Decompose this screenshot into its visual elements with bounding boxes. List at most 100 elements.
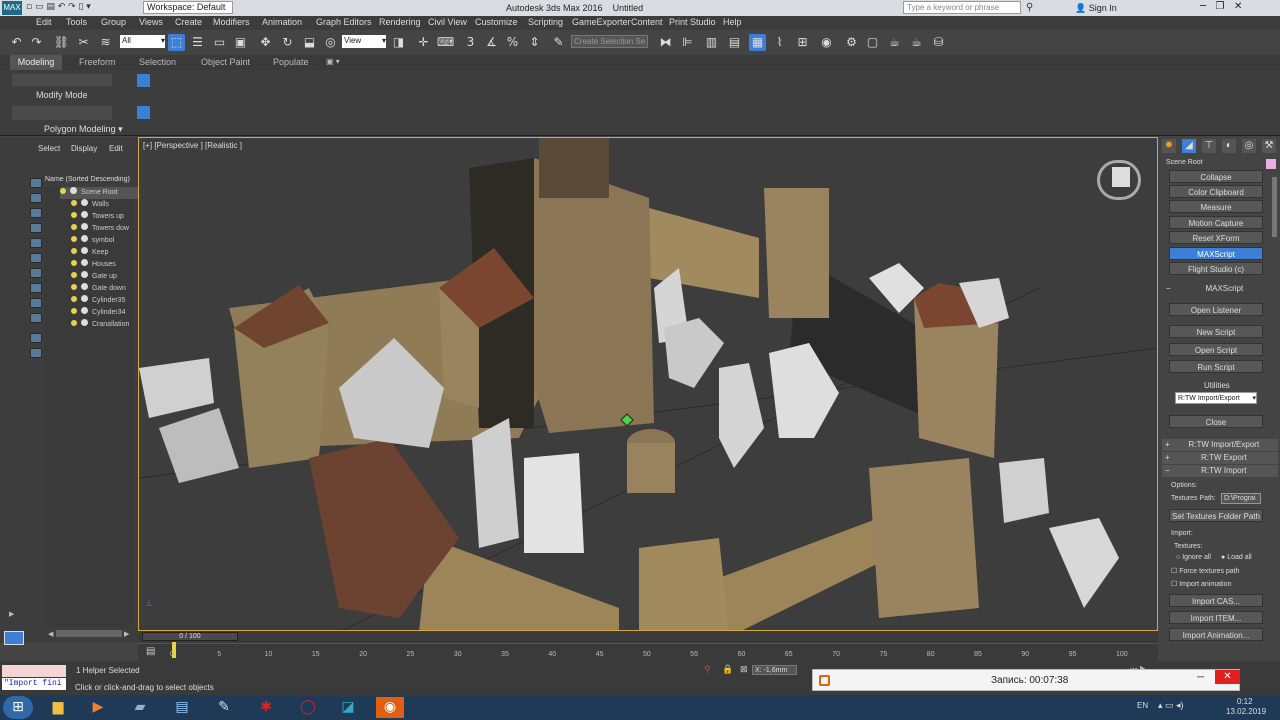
search-icon[interactable]: ⚲ (1026, 2, 1033, 13)
flight-studio-c-button[interactable]: Flight Studio (c) (1169, 262, 1263, 275)
ref-coord-dropdown[interactable]: View ▾ (342, 35, 386, 48)
menu-animation[interactable]: Animation (262, 17, 302, 27)
layer-manager-icon[interactable]: ▥ (703, 34, 720, 51)
toggle-ribbon-icon[interactable]: ▤ (726, 34, 743, 51)
ignore-all-radio[interactable]: ○ Ignore all (1176, 554, 1211, 561)
rollout-import[interactable]: − R:TW Import (1162, 465, 1278, 477)
rollout-import-export[interactable]: + R:TW Import/Export (1162, 439, 1278, 451)
light-bulb-icon[interactable] (71, 308, 77, 314)
ribbon-side-icon-top[interactable] (137, 74, 150, 87)
tab-object-paint[interactable]: Object Paint (201, 57, 250, 67)
light-bulb-icon[interactable] (71, 224, 77, 230)
recorder-app-icon[interactable]: ◉ (376, 697, 404, 718)
render-online-icon[interactable]: ⛁ (930, 34, 947, 51)
color-clipboard-button[interactable]: Color Clipboard (1169, 185, 1263, 198)
menu-help[interactable]: Help (723, 17, 742, 27)
recording-popup[interactable]: Запись: 00:07:38 ─ ✕ (812, 669, 1240, 691)
sign-in-link[interactable]: 👤 Sign In (1075, 3, 1117, 14)
light-bulb-icon[interactable] (71, 236, 77, 242)
track-view-icon[interactable]: ▤ (146, 646, 155, 657)
window-controls[interactable]: ─ ❐ ✕ (1200, 1, 1242, 12)
tab-populate[interactable]: Populate (273, 57, 309, 67)
workspace-dropdown[interactable]: Workspace: Default (143, 1, 233, 14)
scroll-right-icon[interactable]: ▶ (124, 630, 129, 638)
keyboard-shortcut-icon[interactable]: ⌨ (437, 34, 454, 51)
viewcube-icon[interactable] (1097, 160, 1141, 200)
light-bulb-icon[interactable] (71, 212, 77, 218)
explorer-tab-display[interactable]: Display (71, 144, 97, 153)
import-item-button[interactable]: Import ITEM... (1169, 611, 1263, 624)
menu-content[interactable]: Content (631, 17, 663, 27)
display-bones-icon[interactable] (30, 313, 42, 323)
new-script-button[interactable]: New Script (1169, 325, 1263, 338)
maxscript-listener-top[interactable] (2, 665, 66, 677)
region-select-icon[interactable]: ▭ (211, 34, 228, 51)
light-bulb-icon[interactable] (71, 248, 77, 254)
display-shapes-icon[interactable] (30, 208, 42, 218)
explorer-collapse-icon[interactable]: ▶ (9, 610, 14, 618)
redo-icon[interactable]: ↷ (28, 34, 45, 51)
menu-graph-editors[interactable]: Graph Editors (316, 17, 372, 27)
viewcube-face[interactable] (1112, 167, 1130, 187)
menu-customize[interactable]: Customize (475, 17, 518, 27)
collapse-button[interactable]: Collapse (1169, 170, 1263, 183)
paint-app-icon[interactable]: ✎ (210, 697, 238, 718)
modify-mode-label[interactable]: Modify Mode (36, 90, 88, 100)
schematic-view-icon[interactable]: ⊞ (794, 34, 811, 51)
tab-selection[interactable]: Selection (139, 57, 176, 67)
measure-button[interactable]: Measure (1169, 200, 1263, 213)
undo-icon[interactable]: ↶ (8, 34, 25, 51)
mirror-icon[interactable]: ⧓ (657, 34, 674, 51)
explorer-tab-edit[interactable]: Edit (109, 144, 123, 153)
utilities-dropdown[interactable]: R:TW Import/Export ▾ (1175, 392, 1257, 404)
menu-group[interactable]: Group (101, 17, 126, 27)
light-bulb-icon[interactable] (71, 200, 77, 206)
light-bulb-icon[interactable] (71, 320, 77, 326)
display-containers-icon[interactable] (30, 333, 42, 343)
layer-explorer-icon[interactable] (4, 631, 24, 645)
menu-views[interactable]: Views (139, 17, 163, 27)
force-textures-checkbox[interactable]: ☐ Force textures path (1171, 567, 1240, 575)
explorer-scrollbar[interactable] (56, 630, 122, 637)
select-by-name-icon[interactable]: ☰ (189, 34, 206, 51)
quick-access-icons[interactable]: ▫ ▭ ▤ ↶ ↷ ▯ ▾ (26, 2, 91, 12)
menu-edit[interactable]: Edit (36, 17, 52, 27)
snaps-toggle-icon[interactable]: 3 (462, 34, 479, 51)
display-helpers-icon[interactable] (30, 253, 42, 263)
language-indicator[interactable]: EN (1137, 701, 1148, 710)
light-bulb-icon[interactable] (71, 272, 77, 278)
light-bulb-icon[interactable] (60, 188, 66, 194)
render-production-icon[interactable]: ☕ (886, 34, 903, 51)
display-geometry-icon[interactable] (30, 193, 42, 203)
clock-time[interactable]: 0:12 (1237, 697, 1253, 706)
explorer-column-header[interactable]: Name (Sorted Descending) (45, 176, 133, 186)
menu-create[interactable]: Create (175, 17, 202, 27)
notes-app-icon[interactable]: ▰ (126, 697, 154, 718)
ribbon-options-icon[interactable]: ▣ ▾ (326, 57, 340, 66)
recording-minimize-icon[interactable]: ─ (1197, 672, 1204, 683)
place-icon[interactable]: ◎ (322, 34, 339, 51)
absolute-mode-icon[interactable]: ⊠ (740, 664, 748, 675)
display-lights-icon[interactable] (30, 223, 42, 233)
help-search-input[interactable]: Type a keyword or phrase (903, 1, 1021, 14)
explorer-tab-select[interactable]: Select (38, 144, 60, 153)
explorer-app-icon[interactable]: ▆ (44, 697, 72, 718)
maxscript-rollout-title[interactable]: − MAXScript (1162, 284, 1278, 293)
close-button[interactable]: Close (1169, 415, 1263, 428)
cmd-scrollbar[interactable] (1272, 177, 1277, 237)
menu-modifiers[interactable]: Modifiers (213, 17, 250, 27)
light-bulb-icon[interactable] (71, 260, 77, 266)
selection-filter-dropdown[interactable]: All ▾ (120, 35, 165, 48)
ribbon-side-icon-bottom[interactable] (137, 106, 150, 119)
angle-snap-icon[interactable]: ∡ (483, 34, 500, 51)
scene-explorer-icon[interactable]: ▦ (749, 34, 766, 51)
time-slider[interactable]: 0 / 100 (142, 632, 238, 641)
open-script-button[interactable]: Open Script (1169, 343, 1263, 356)
rendered-frame-icon[interactable]: ▢ (864, 34, 881, 51)
rollout-export[interactable]: + R:TW Export (1162, 452, 1278, 464)
edit-named-selection-icon[interactable]: ✎ (550, 34, 567, 51)
curve-editor-icon[interactable]: ⌇ (771, 34, 788, 51)
motion-capture-button[interactable]: Motion Capture (1169, 216, 1263, 229)
window-crossing-icon[interactable]: ▣ (232, 34, 249, 51)
rotate-icon[interactable]: ↻ (279, 34, 296, 51)
